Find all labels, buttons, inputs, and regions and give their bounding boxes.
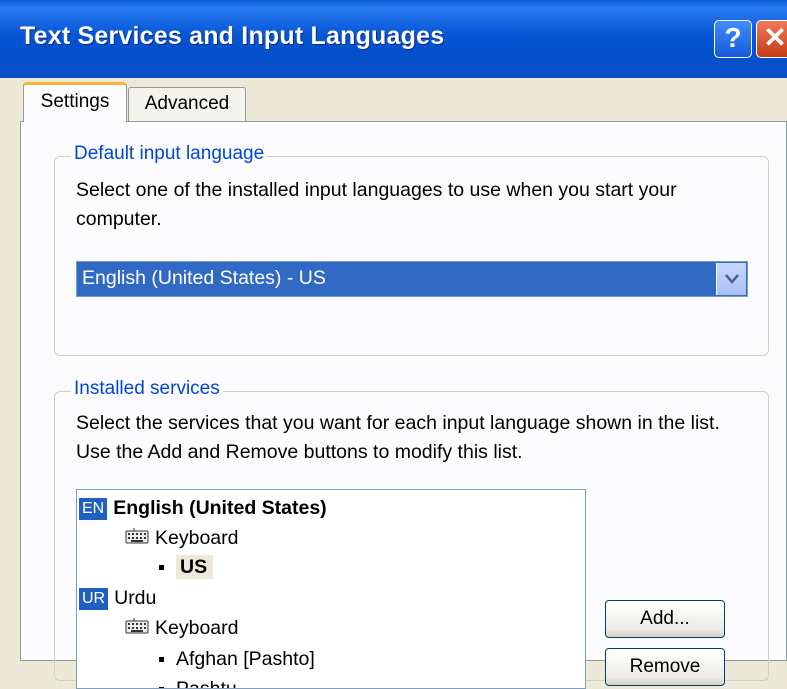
tree-item-english[interactable]: EN English (United States): [79, 497, 327, 520]
close-button[interactable]: ✕: [756, 20, 787, 58]
tree-item-label: Pashtu: [176, 678, 237, 689]
keyboard-icon: [125, 617, 149, 641]
title-bar: Text Services and Input Languages ? ✕: [0, 0, 787, 78]
add-button[interactable]: Add...: [605, 600, 725, 638]
installed-services-tree[interactable]: EN English (United States) Keyboard US UR…: [76, 489, 586, 689]
help-button[interactable]: ?: [714, 20, 752, 58]
dropdown-arrow-icon[interactable]: [716, 263, 746, 295]
tree-item-keyboard[interactable]: Keyboard: [125, 617, 238, 641]
language-badge-ur: UR: [79, 587, 109, 610]
tree-item-label: Keyboard: [155, 617, 239, 640]
bullet-icon: [159, 657, 164, 663]
tree-item-label: Urdu: [114, 587, 157, 609]
default-input-language-group: Default input language Select one of the…: [54, 143, 769, 356]
tree-item-layout-pashtu[interactable]: Pashtu: [159, 678, 237, 689]
group-legend-default-language: Default input language: [71, 143, 268, 165]
language-badge-en: EN: [79, 497, 108, 520]
settings-panel: Default input language Select one of the…: [20, 121, 787, 689]
tree-item-urdu[interactable]: UR Urdu: [79, 587, 156, 610]
window-title: Text Services and Input Languages: [20, 22, 445, 50]
default-language-dropdown[interactable]: English (United States) - US: [76, 261, 748, 297]
dialog-body: Settings Advanced Default input language…: [0, 78, 787, 689]
tree-item-label: Afghan [Pashto]: [176, 648, 315, 670]
remove-button[interactable]: Remove: [605, 648, 725, 686]
default-language-description: Select one of the installed input langua…: [76, 179, 677, 230]
bullet-icon: [159, 565, 164, 571]
tree-item-layout-us[interactable]: US: [159, 555, 214, 579]
tree-item-keyboard[interactable]: Keyboard: [125, 527, 238, 551]
tree-item-label: Keyboard: [155, 527, 239, 550]
tree-item-layout-afghan-pashto[interactable]: Afghan [Pashto]: [159, 648, 315, 671]
tree-item-label: English (United States): [113, 497, 327, 519]
tab-settings[interactable]: Settings: [23, 82, 127, 122]
tab-advanced[interactable]: Advanced: [128, 87, 246, 121]
keyboard-icon: [125, 527, 149, 551]
default-language-selected: English (United States) - US: [82, 267, 326, 289]
group-legend-installed-services: Installed services: [71, 378, 223, 400]
installed-services-group: Installed services Select the services t…: [54, 378, 769, 689]
tree-item-label: US: [176, 555, 214, 579]
installed-services-description: Select the services that you want for ea…: [76, 412, 720, 463]
